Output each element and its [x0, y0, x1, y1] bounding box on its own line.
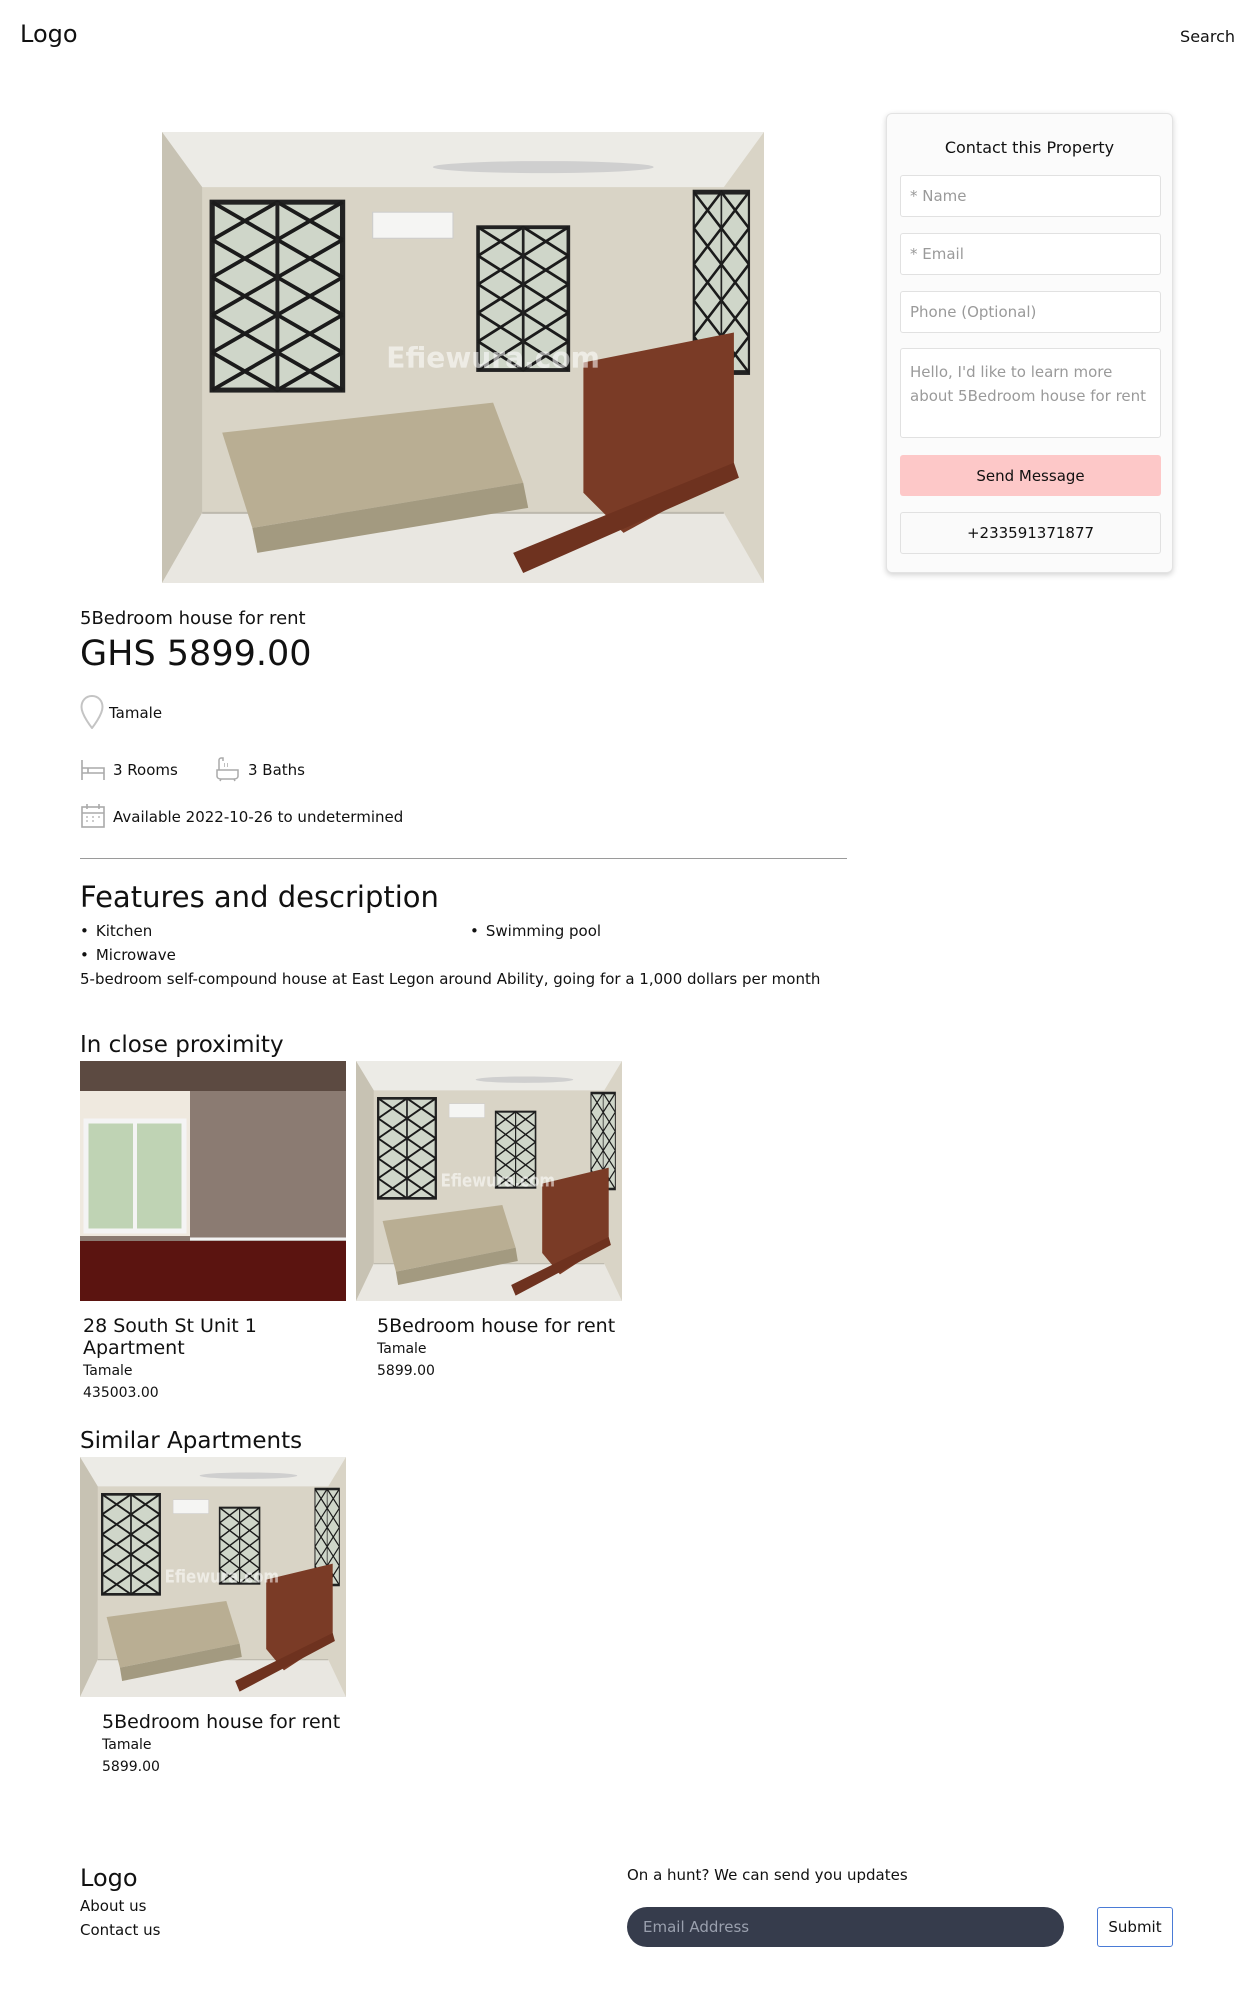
search-link[interactable]: Search [1180, 27, 1235, 46]
feature-item: Kitchen [80, 922, 152, 940]
property-location: Tamale [109, 704, 163, 722]
property-price: GHS 5899.00 [80, 634, 312, 674]
listing-title[interactable]: 28 South St Unit 1 Apartment [80, 1315, 346, 1359]
property-hero-image: Efiewura.com [162, 132, 764, 583]
newsletter-label: On a hunt? We can send you updates [627, 1866, 908, 1884]
listing-location: Tamale [83, 1363, 133, 1379]
footer-logo[interactable]: Logo [80, 1864, 138, 1892]
location-pin-icon [80, 694, 104, 733]
phone-field[interactable] [900, 291, 1161, 333]
availability-dates: Available 2022-10-26 to undetermined [113, 808, 404, 826]
property-description: 5-bedroom self-compound house at East Le… [80, 970, 821, 988]
calendar-icon [80, 803, 106, 833]
watermark: Efiewura.com [165, 1566, 280, 1587]
proximity-heading: In close proximity [80, 1032, 284, 1058]
site-logo[interactable]: Logo [20, 20, 78, 48]
property-title: 5Bedroom house for rent [80, 608, 306, 629]
watermark: Efiewura.com [386, 342, 600, 375]
bed-icon [80, 756, 106, 786]
listing-price: 435003.00 [83, 1385, 159, 1401]
listing-card[interactable]: Efiewura.com 5Bedroom house for rent Tam… [80, 1457, 346, 1775]
listing-title[interactable]: 5Bedroom house for rent [80, 1711, 346, 1733]
listing-price: 5899.00 [377, 1363, 435, 1379]
watermark: Efiewura.com [441, 1170, 556, 1191]
site-header: Logo Search [0, 0, 1251, 80]
newsletter-email-input[interactable] [627, 1907, 1064, 1947]
listing-image[interactable] [80, 1061, 346, 1301]
contact-link[interactable]: Contact us [80, 1921, 160, 1939]
listing-card[interactable]: Efiewura.com 5Bedroom house for rent Tam… [356, 1061, 622, 1379]
features-heading: Features and description [80, 880, 439, 914]
listing-image[interactable]: Efiewura.com [356, 1061, 622, 1301]
name-field[interactable] [900, 175, 1161, 217]
send-message-button[interactable]: Send Message [900, 455, 1161, 496]
feature-item: Microwave [80, 946, 176, 964]
listing-price: 5899.00 [102, 1759, 160, 1775]
listing-image[interactable]: Efiewura.com [80, 1457, 346, 1697]
feature-item: Swimming pool [470, 922, 601, 940]
contact-form-card: Contact this Property Send Message +2335… [886, 113, 1173, 573]
call-phone-button[interactable]: +233591371877 [900, 512, 1161, 554]
listing-title[interactable]: 5Bedroom house for rent [356, 1315, 622, 1337]
bath-icon [214, 756, 240, 786]
email-field[interactable] [900, 233, 1161, 275]
listing-location: Tamale [377, 1341, 427, 1357]
rooms-count: 3 Rooms [113, 761, 178, 779]
similar-heading: Similar Apartments [80, 1428, 303, 1454]
contact-form-title: Contact this Property [944, 138, 1115, 157]
baths-count: 3 Baths [248, 761, 305, 779]
message-field[interactable] [900, 348, 1161, 438]
about-link[interactable]: About us [80, 1897, 146, 1915]
listing-location: Tamale [102, 1737, 152, 1753]
listing-card[interactable]: 28 South St Unit 1 Apartment Tamale 4350… [80, 1061, 346, 1401]
section-divider [80, 858, 847, 859]
newsletter-submit-button[interactable]: Submit [1097, 1907, 1173, 1947]
